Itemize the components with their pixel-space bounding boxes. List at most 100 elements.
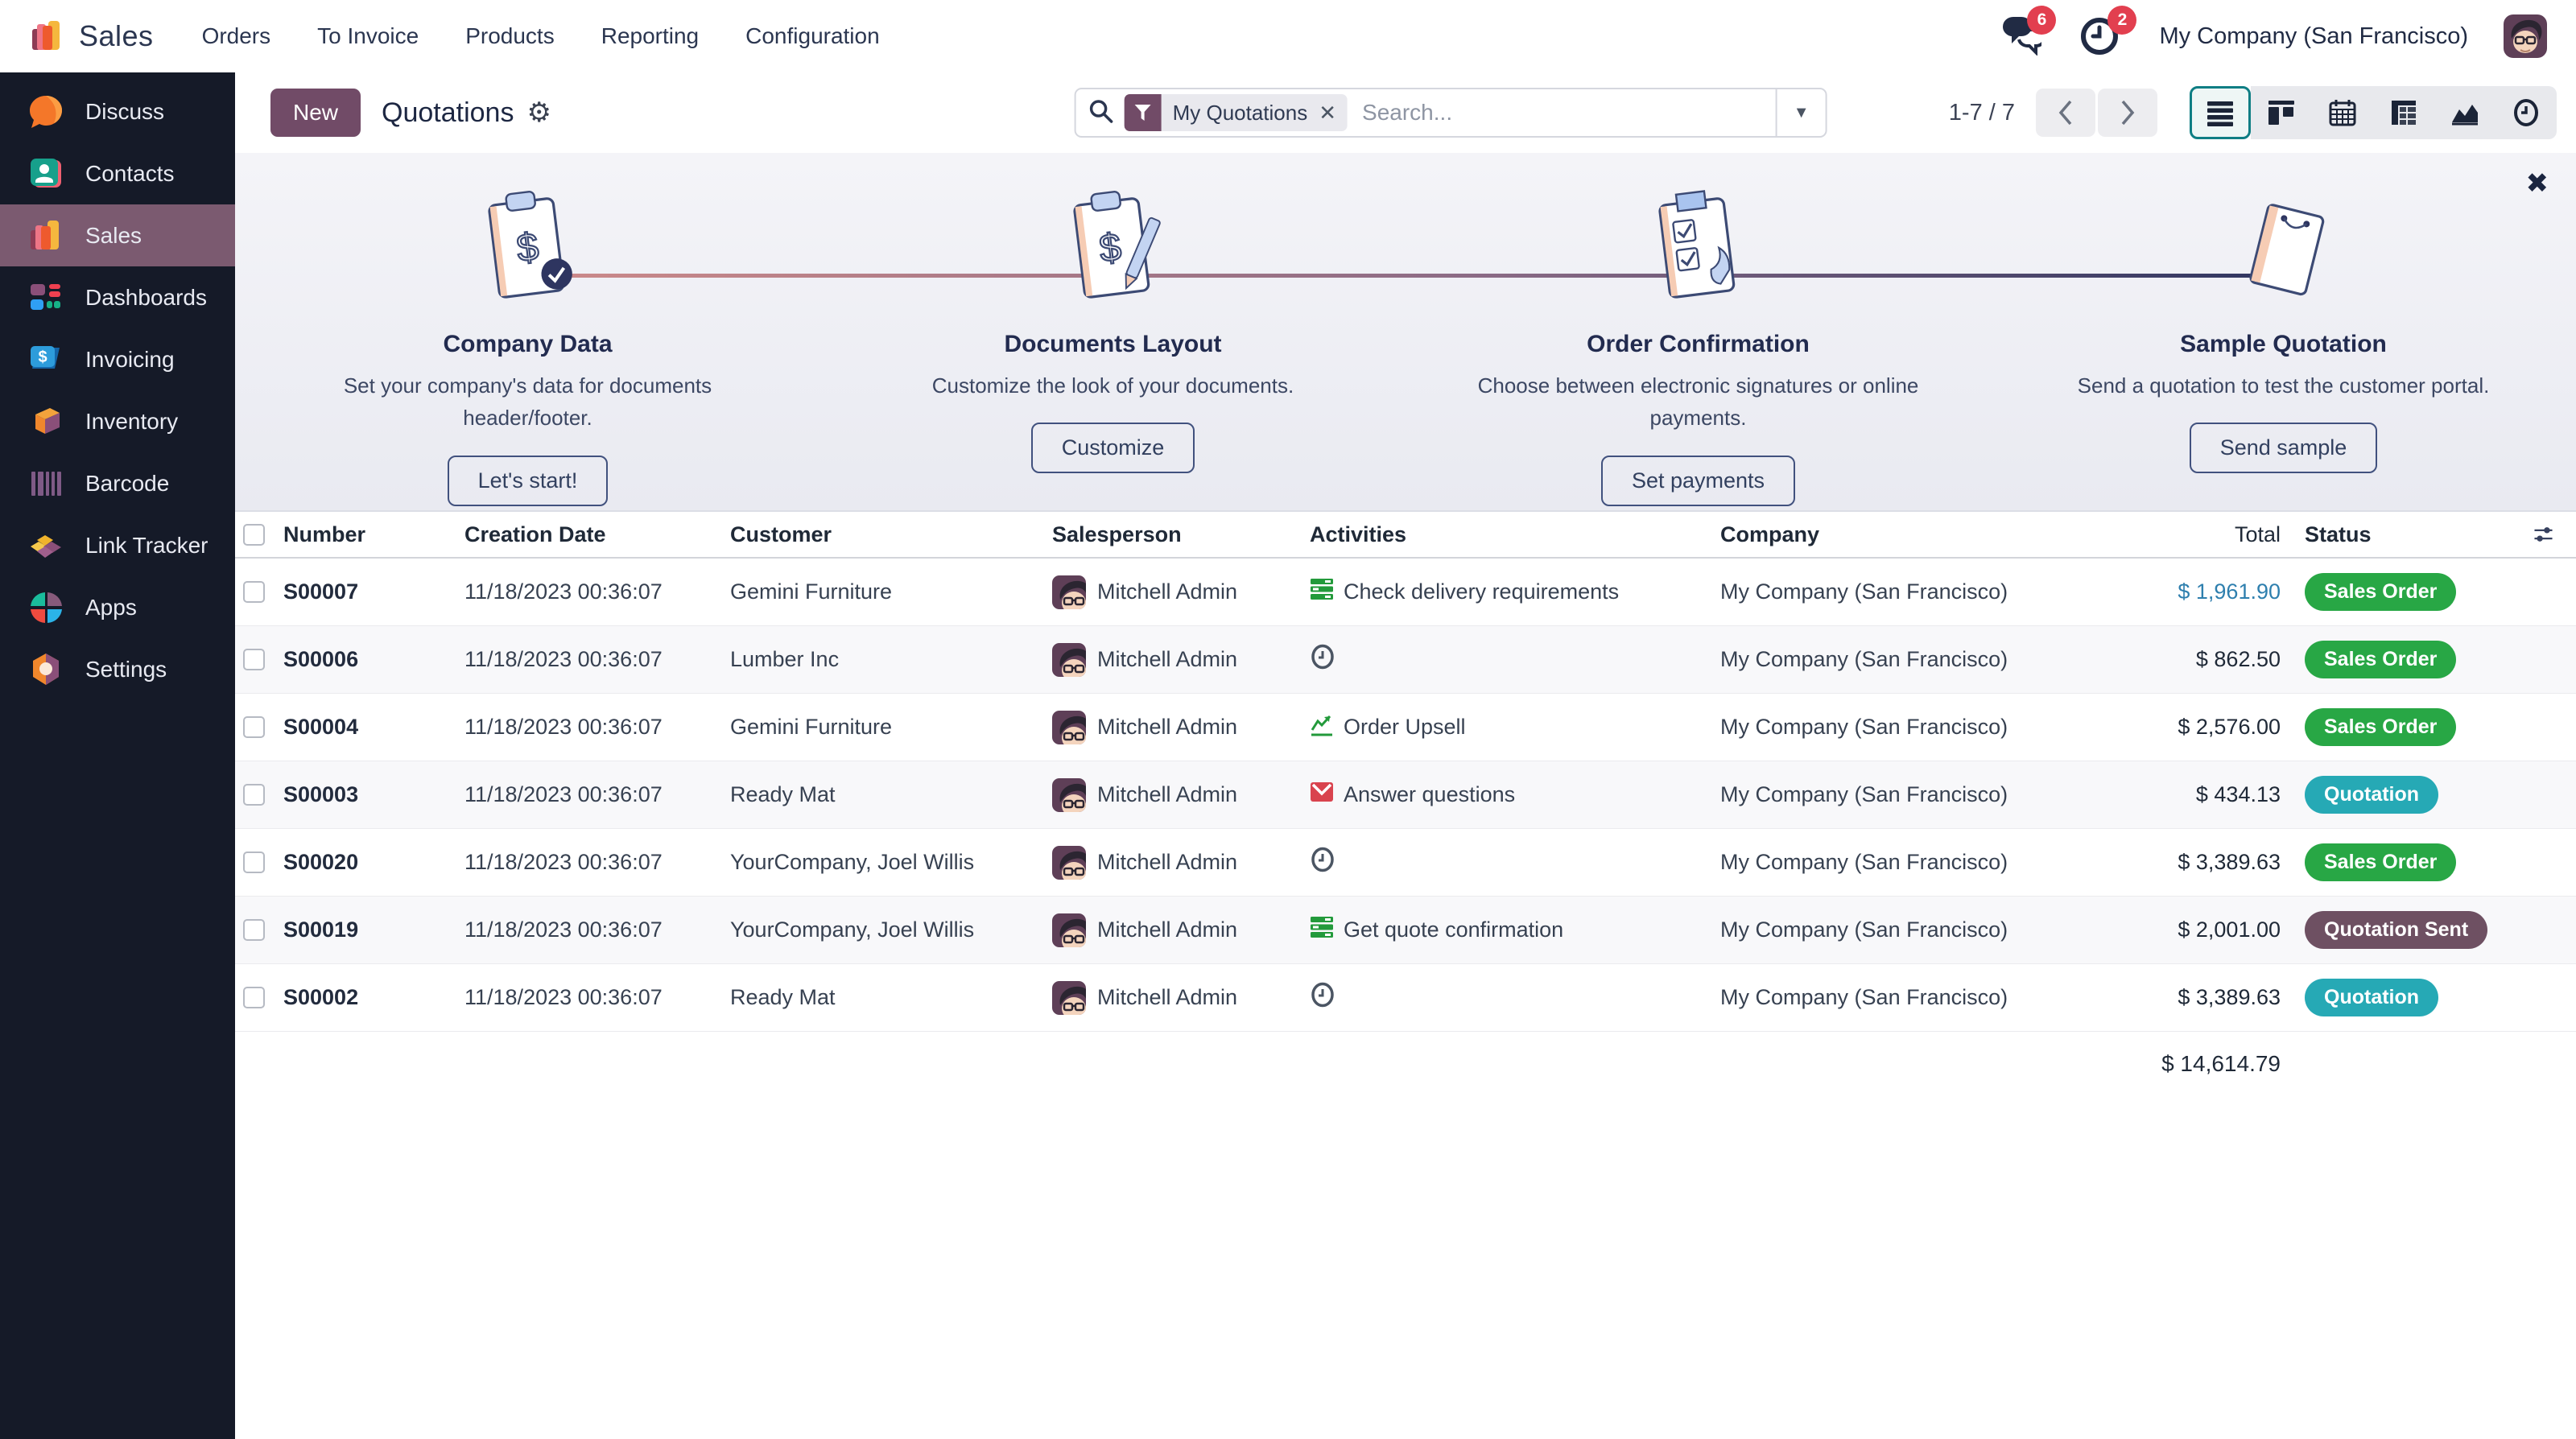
messages-icon[interactable]: 6	[1998, 15, 2043, 57]
row-creation-date: 11/18/2023 00:36:07	[464, 715, 730, 740]
table-row[interactable]: S00003 11/18/2023 00:36:07 Ready Mat Mit…	[235, 761, 2576, 829]
top-menu-reporting[interactable]: Reporting	[601, 23, 699, 49]
sidebar-item-invoicing[interactable]: $Invoicing	[0, 328, 235, 390]
table-row[interactable]: S00020 11/18/2023 00:36:07 YourCompany, …	[235, 829, 2576, 897]
row-checkbox[interactable]	[243, 649, 265, 670]
salesperson-avatar	[1052, 846, 1086, 880]
table-header-row: Number Creation Date Customer Salesperso…	[235, 512, 2576, 559]
search-dropdown-toggle[interactable]: ▼	[1776, 89, 1826, 136]
search-input[interactable]	[1348, 100, 1776, 126]
sidebar-item-contacts[interactable]: Contacts	[0, 142, 235, 204]
salesperson-avatar	[1052, 981, 1086, 1015]
row-customer: Ready Mat	[730, 782, 1052, 807]
view-gear-icon[interactable]: ⚙	[526, 97, 551, 129]
sample-bag-illustration	[2219, 180, 2348, 329]
barcode-icon	[27, 465, 64, 502]
column-header-total[interactable]: Total	[2074, 522, 2292, 547]
column-header-company[interactable]: Company	[1720, 522, 2074, 547]
row-customer: YourCompany, Joel Willis	[730, 917, 1052, 942]
search-bar[interactable]: My Quotations ✕ ▼	[1075, 88, 1827, 138]
kanban-view-icon[interactable]	[2251, 86, 2312, 139]
salesperson-name: Mitchell Admin	[1097, 782, 1237, 807]
app-brand[interactable]: Sales	[29, 18, 154, 55]
activity-view-icon[interactable]	[2496, 86, 2557, 139]
sidebar-item-inventory[interactable]: Inventory	[0, 390, 235, 452]
activities-clock-icon[interactable]: 2	[2079, 15, 2124, 57]
search-facet[interactable]: My Quotations ✕	[1125, 94, 1348, 131]
sidebar-item-apps[interactable]: Apps	[0, 576, 235, 638]
dashboards-icon	[27, 279, 64, 316]
discuss-icon	[27, 93, 64, 130]
row-checkbox[interactable]	[243, 851, 265, 873]
new-button[interactable]: New	[270, 89, 361, 137]
sidebar-item-barcode[interactable]: Barcode	[0, 452, 235, 514]
onboarding-step-4: Sample QuotationSend a quotation to test…	[1991, 180, 2576, 510]
row-number: S00006	[283, 647, 464, 672]
row-activity[interactable]: Get quote confirmation	[1310, 915, 1720, 945]
step-title: Order Confirmation	[1587, 331, 1810, 358]
row-activity[interactable]: Order Upsell	[1310, 712, 1720, 742]
company-switcher[interactable]: My Company (San Francisco)	[2159, 23, 2468, 50]
top-menu-orders[interactable]: Orders	[202, 23, 271, 49]
step-action-button[interactable]: Customize	[1031, 423, 1195, 473]
row-checkbox[interactable]	[243, 919, 265, 941]
pivot-view-icon[interactable]	[2373, 86, 2434, 139]
row-checkbox[interactable]	[243, 987, 265, 1008]
column-header-salesperson[interactable]: Salesperson	[1052, 522, 1310, 547]
invoicing-icon: $	[27, 341, 64, 378]
sidebar-item-settings[interactable]: Settings	[0, 638, 235, 700]
pager-next-button[interactable]	[2098, 89, 2157, 137]
column-header-status[interactable]: Status	[2292, 522, 2533, 547]
pager-previous-button[interactable]	[2036, 89, 2095, 137]
clock-icon	[1310, 644, 1335, 675]
list-view-icon[interactable]	[2190, 86, 2251, 139]
row-activity[interactable]: Answer questions	[1310, 780, 1720, 810]
table-row[interactable]: S00019 11/18/2023 00:36:07 YourCompany, …	[235, 897, 2576, 964]
column-header-activities[interactable]: Activities	[1310, 522, 1720, 547]
sidebar-item-discuss[interactable]: Discuss	[0, 80, 235, 142]
table-row[interactable]: S00007 11/18/2023 00:36:07 Gemini Furnit…	[235, 559, 2576, 626]
sidebar-item-dashboards[interactable]: Dashboards	[0, 266, 235, 328]
facet-remove-icon[interactable]: ✕	[1319, 101, 1348, 126]
step-title: Documents Layout	[1004, 331, 1221, 358]
step-action-button[interactable]: Let's start!	[448, 456, 609, 506]
row-total: $ 2,576.00	[2074, 715, 2292, 740]
user-avatar[interactable]	[2504, 14, 2547, 58]
inventory-icon	[27, 403, 64, 440]
column-header-creation-date[interactable]: Creation Date	[464, 522, 730, 547]
graph-view-icon[interactable]	[2434, 86, 2496, 139]
column-header-number[interactable]: Number	[283, 522, 464, 547]
row-creation-date: 11/18/2023 00:36:07	[464, 917, 730, 942]
row-activity[interactable]	[1310, 644, 1720, 675]
salesperson-name: Mitchell Admin	[1097, 715, 1237, 740]
activities-count-badge: 2	[2107, 6, 2136, 35]
select-all-checkbox[interactable]	[243, 524, 265, 546]
row-activity[interactable]	[1310, 847, 1720, 878]
top-menu-products[interactable]: Products	[465, 23, 555, 49]
step-action-button[interactable]: Send sample	[2190, 423, 2378, 473]
salesperson-avatar	[1052, 575, 1086, 609]
app-sidebar: DiscussContactsSalesDashboards$Invoicing…	[0, 72, 235, 1439]
step-action-button[interactable]: Set payments	[1601, 456, 1795, 506]
row-activity[interactable]	[1310, 982, 1720, 1013]
top-menu-configuration[interactable]: Configuration	[745, 23, 880, 49]
row-checkbox[interactable]	[243, 581, 265, 603]
row-checkbox[interactable]	[243, 716, 265, 738]
sidebar-item-sales[interactable]: Sales	[0, 204, 235, 266]
table-row[interactable]: S00002 11/18/2023 00:36:07 Ready Mat Mit…	[235, 964, 2576, 1032]
sidebar-item-link-tracker[interactable]: Link Tracker	[0, 514, 235, 576]
top-menu-to-invoice[interactable]: To Invoice	[317, 23, 419, 49]
view-switcher	[2190, 86, 2557, 139]
row-company: My Company (San Francisco)	[1720, 850, 2074, 875]
row-checkbox[interactable]	[243, 784, 265, 806]
row-activity[interactable]: Check delivery requirements	[1310, 577, 1720, 607]
control-right: 1-7 / 7	[1949, 86, 2557, 139]
row-creation-date: 11/18/2023 00:36:07	[464, 579, 730, 604]
column-header-customer[interactable]: Customer	[730, 522, 1052, 547]
table-row[interactable]: S00004 11/18/2023 00:36:07 Gemini Furnit…	[235, 694, 2576, 761]
salesperson-name: Mitchell Admin	[1097, 985, 1237, 1010]
optional-columns-icon[interactable]	[2533, 521, 2576, 548]
calendar-view-icon[interactable]	[2312, 86, 2373, 139]
status-badge: Quotation	[2305, 979, 2438, 1016]
table-row[interactable]: S00006 11/18/2023 00:36:07 Lumber Inc Mi…	[235, 626, 2576, 694]
